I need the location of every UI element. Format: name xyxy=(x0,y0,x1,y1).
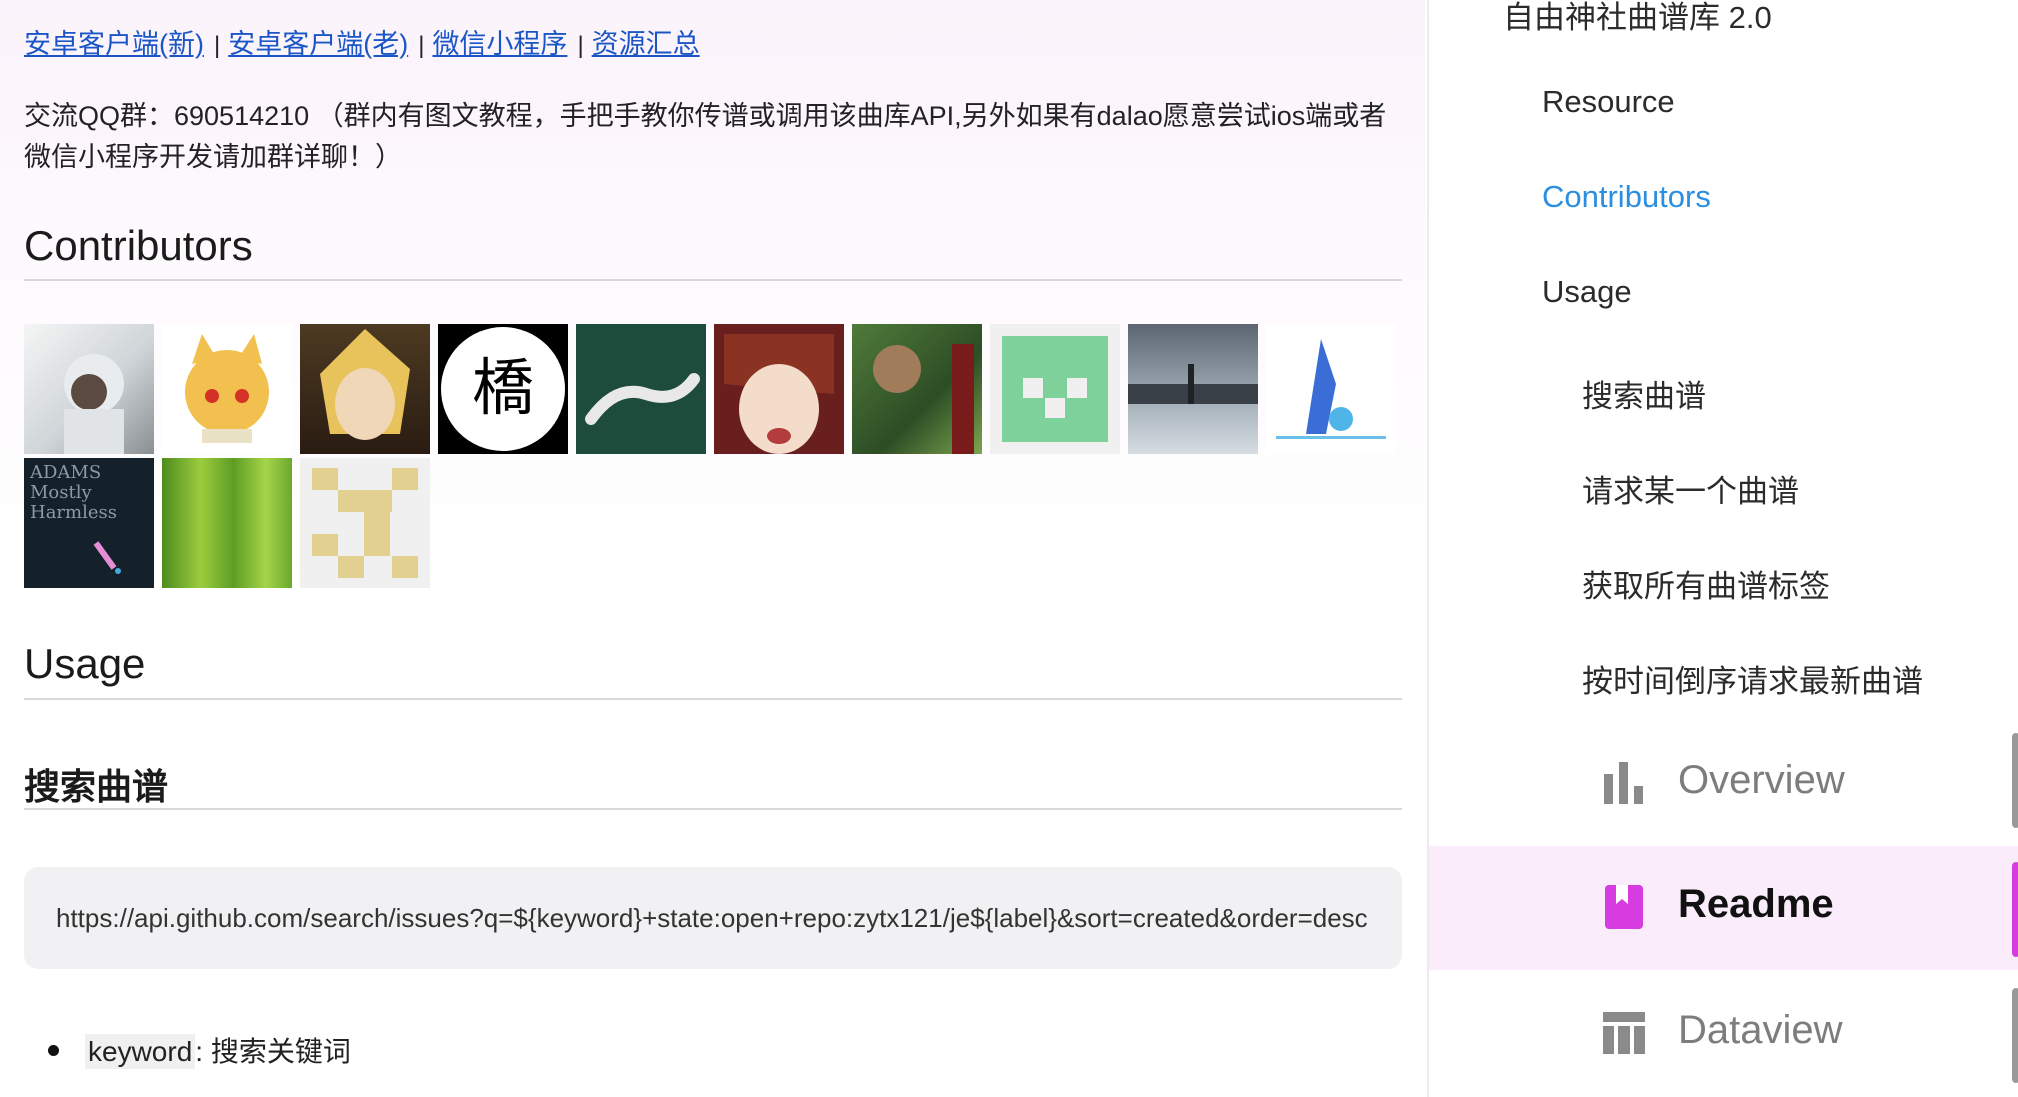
search-heading: 搜索曲谱 xyxy=(24,766,169,807)
usage-heading: Usage xyxy=(24,640,146,687)
contributors-heading: Contributors xyxy=(24,222,253,269)
scrollbar-handle[interactable] xyxy=(2012,733,2018,828)
bullet xyxy=(48,1045,59,1057)
toc-item-resource[interactable]: Resource xyxy=(1542,84,1675,120)
svg-text:Harmless: Harmless xyxy=(30,502,117,523)
nav-dataview-label: Dataview xyxy=(1678,1008,1843,1052)
nav-readme[interactable]: Readme xyxy=(1429,846,2018,970)
contributor-avatar[interactable] xyxy=(990,324,1120,454)
contributor-avatar[interactable] xyxy=(714,324,844,454)
contributor-avatar[interactable] xyxy=(162,458,292,588)
bar-chart-icon xyxy=(1604,762,1643,804)
readme-content: 安卓客户端(新) | 安卓客户端(老) | 微信小程序 | 资源汇总 交流QQ群：69051… xyxy=(0,0,1425,1097)
nav-overview-label: Overview xyxy=(1678,758,1845,802)
nav-overview[interactable]: Overview xyxy=(1429,722,2018,846)
divider xyxy=(24,698,1402,700)
toc-item-search[interactable]: 搜索曲谱 xyxy=(1582,371,1706,416)
svg-text:ADAMS: ADAMS xyxy=(29,462,101,483)
link-resources[interactable]: 资源汇总 xyxy=(592,29,700,59)
svg-text:橋: 橋 xyxy=(472,351,534,424)
nav-readme-label: Readme xyxy=(1678,882,1834,926)
link-android-new[interactable]: 安卓客户端(新) xyxy=(24,29,204,59)
contributor-avatar[interactable] xyxy=(576,324,706,454)
svg-text:Mostly: Mostly xyxy=(30,482,92,503)
toc-item-get-tags[interactable]: 获取所有曲谱标签 xyxy=(1582,561,1830,606)
sidebar: 自由神社曲谱库 2.0 Resource Contributors Usage … xyxy=(1427,0,2018,1097)
contributor-avatar[interactable] xyxy=(300,458,430,588)
link-bar: 安卓客户端(新) | 安卓客户端(老) | 微信小程序 | 资源汇总 xyxy=(24,29,700,59)
list-item: keyword: 搜索关键词 xyxy=(48,1030,351,1070)
param-key: keyword xyxy=(85,1034,196,1069)
param-desc: : 搜索关键词 xyxy=(195,1036,351,1067)
contributor-avatar[interactable]: 橋 xyxy=(438,324,568,454)
link-wechat-miniprogram[interactable]: 微信小程序 xyxy=(432,29,567,59)
contributor-avatar[interactable] xyxy=(300,324,430,454)
code-block[interactable]: https://api.github.com/search/issues?q=$… xyxy=(24,867,1402,969)
divider xyxy=(24,279,1402,281)
link-android-old[interactable]: 安卓客户端(老) xyxy=(228,29,408,59)
divider xyxy=(24,808,1402,810)
contributor-avatar[interactable]: ADAMS Mostly Harmless xyxy=(24,458,154,588)
toc-item-usage[interactable]: Usage xyxy=(1542,274,1632,310)
scrollbar-handle-active[interactable] xyxy=(2012,862,2018,957)
scrollbar-handle[interactable] xyxy=(2012,988,2018,1083)
table-icon xyxy=(1603,1012,1645,1054)
contributor-avatar[interactable] xyxy=(852,324,982,454)
code-text: https://api.github.com/search/issues?q=$… xyxy=(56,903,1368,933)
toc-title[interactable]: 自由神社曲谱库 2.0 xyxy=(1503,0,1772,37)
toc-item-latest[interactable]: 按时间倒序请求最新曲谱 xyxy=(1582,656,1923,701)
nav-dataview[interactable]: Dataview xyxy=(1429,972,2018,1096)
contributor-avatar[interactable] xyxy=(24,324,154,454)
contributor-avatar[interactable] xyxy=(1128,324,1258,454)
toc-item-contributors[interactable]: Contributors xyxy=(1542,179,1711,215)
contributor-avatar[interactable] xyxy=(1266,324,1396,454)
qq-group-text: 交流QQ群：690514210 （群内有图文教程，手把手教你传谱或调用该曲库AP… xyxy=(24,101,1387,172)
toc-item-request-one[interactable]: 请求某一个曲谱 xyxy=(1582,466,1799,511)
book-icon xyxy=(1605,885,1643,929)
contributor-avatar[interactable] xyxy=(162,324,292,454)
